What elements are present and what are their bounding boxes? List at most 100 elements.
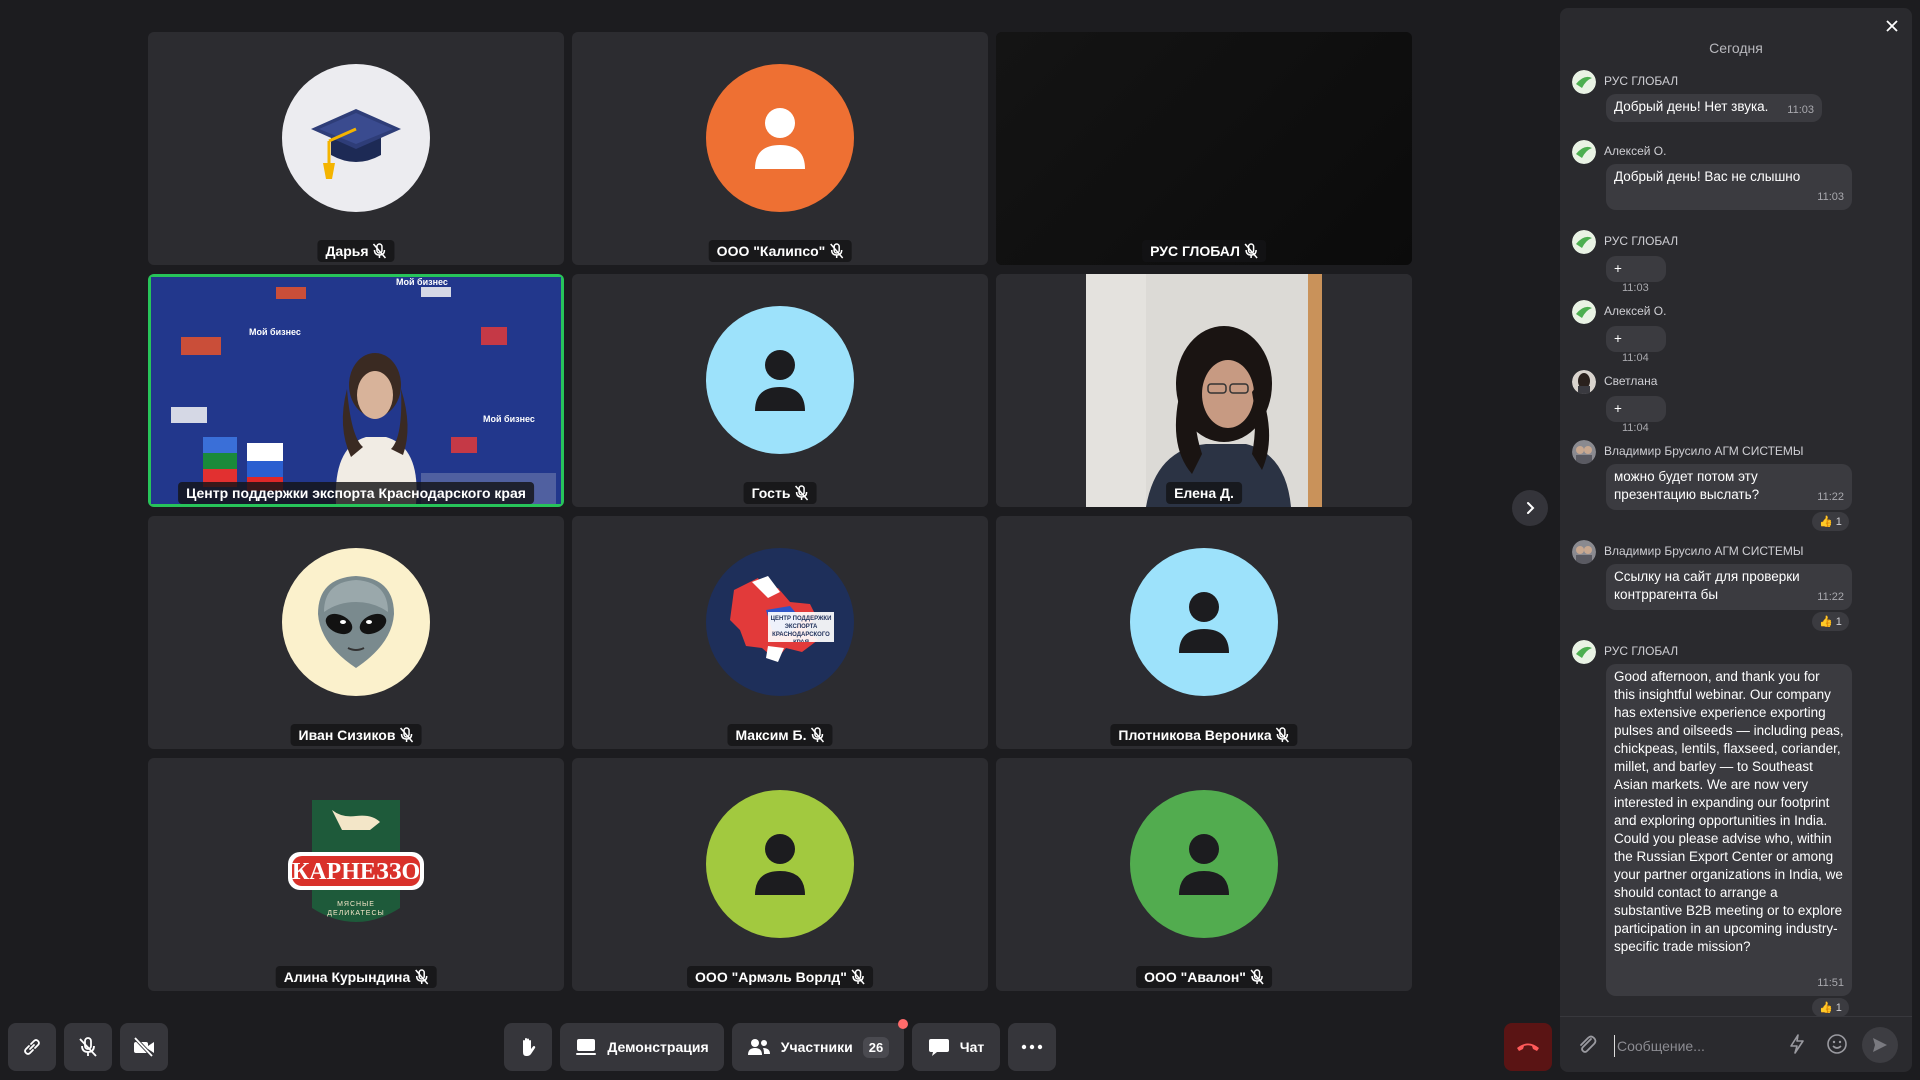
chat-message: РУС ГЛОБАЛ + 11:03: [1572, 230, 1862, 294]
chat-button[interactable]: Чат: [912, 1023, 1000, 1071]
message-author: Алексей О.: [1604, 304, 1667, 318]
brand-tagline: МЯСНЫЕ ДЕЛИКАТЕСЫ: [327, 901, 385, 917]
message-time: 11:03: [1622, 282, 1649, 294]
participants-label: Участники: [780, 1039, 853, 1055]
more-options-button[interactable]: [1008, 1023, 1056, 1071]
chat-message: Алексей О. + 11:04: [1572, 300, 1862, 364]
participant-name-tag: ООО "Калипсо": [708, 240, 852, 262]
next-page-button[interactable]: [1512, 490, 1548, 526]
participant-name: ООО "Калипсо": [716, 243, 826, 259]
paperclip-icon: [1580, 1035, 1597, 1053]
message-input[interactable]: [1614, 1035, 1774, 1057]
participant-tile[interactable]: Плотникова Вероника: [996, 516, 1412, 749]
participant-name: Елена Д.: [1174, 485, 1234, 501]
participant-name: ООО "Армэль Ворлд": [695, 969, 847, 985]
message-bubble: Ссылку на сайт для проверки контррагента…: [1606, 564, 1852, 610]
more-horizontal-icon: [1021, 1044, 1043, 1050]
chat-message: Алексей О. Добрый день! Вас не слышно 11…: [1572, 140, 1862, 220]
participant-tile[interactable]: Елена Д.: [996, 274, 1412, 507]
reaction-badge[interactable]: 👍 1: [1812, 998, 1849, 1017]
participant-tile[interactable]: ООО "Армэль Ворлд": [572, 758, 988, 991]
mic-off-icon: [1250, 969, 1264, 985]
microphone-toggle-button[interactable]: [64, 1023, 112, 1071]
end-call-button[interactable]: [1504, 1023, 1552, 1071]
chat-date-separator: Сегодня: [1709, 40, 1763, 56]
participant-tile-speaking[interactable]: Мой бизнес Мой бизнес Мой бизнес Центр п…: [148, 274, 564, 507]
participant-name: Центр поддержки экспорта Краснодарского …: [186, 485, 526, 501]
participant-name: Иван Сизиков: [298, 727, 396, 743]
participant-tile[interactable]: КАРНЕЗЗО МЯСНЫЕ ДЕЛИКАТЕСЫ Алина Курынди…: [148, 758, 564, 991]
mic-off-icon: [851, 969, 865, 985]
message-time: 11:03: [1787, 104, 1814, 116]
participants-button[interactable]: Участники 26: [732, 1019, 908, 1071]
chat-message: РУС ГЛОБАЛ Добрый день! Нет звука. 11:03: [1572, 70, 1862, 130]
participant-name: Дарья: [325, 243, 369, 259]
message-bubble: + 11:04: [1606, 326, 1666, 364]
screen-share-label: Демонстрация: [607, 1039, 709, 1055]
participant-name: Гость: [751, 485, 791, 501]
attach-button[interactable]: [1576, 1033, 1598, 1060]
author-avatar: [1572, 440, 1596, 464]
message-text: Добрый день! Нет звука.: [1614, 99, 1769, 114]
copy-link-button[interactable]: [8, 1023, 56, 1071]
participant-tile[interactable]: ООО "Авалон": [996, 758, 1412, 991]
author-avatar: [1572, 640, 1596, 664]
participant-tile[interactable]: ООО "Калипсо": [572, 32, 988, 265]
chat-message: РУС ГЛОБАЛ Good afternoon, and thank you…: [1572, 640, 1862, 1020]
reaction-badge[interactable]: 👍 1: [1812, 512, 1849, 531]
participant-tile[interactable]: Гость: [572, 274, 988, 507]
hand-icon: [523, 1038, 536, 1056]
person-avatar: [1130, 548, 1278, 696]
mic-off-icon: [1244, 243, 1258, 259]
mic-off-icon: [1276, 727, 1290, 743]
message-text: +: [1614, 261, 1622, 276]
alien-avatar: [282, 548, 430, 696]
chevron-right-icon: [1527, 502, 1535, 514]
send-button[interactable]: [1862, 1027, 1898, 1063]
quick-reply-button[interactable]: [1786, 1033, 1808, 1060]
message-author: Владимир Брусило АГМ СИСТЕМЫ: [1604, 444, 1804, 458]
participant-name-tag: Алина Курындина: [275, 966, 437, 988]
mic-off-icon: [810, 727, 825, 743]
participant-name: Максим Б.: [735, 727, 807, 743]
mic-off-icon: [414, 969, 428, 985]
participant-grid: Дарья ООО "Калипсо" РУС ГЛОБАЛ Мой бизне…: [148, 32, 1412, 991]
chat-panel: Сегодня РУС ГЛОБАЛ Добрый день! Нет звук…: [1560, 8, 1912, 1072]
message-author: Светлана: [1604, 374, 1658, 388]
raise-hand-button[interactable]: [504, 1023, 552, 1071]
message-text: Good afternoon, and thank you for this i…: [1614, 669, 1844, 954]
participant-video: [996, 32, 1412, 265]
smile-icon: [1827, 1034, 1847, 1054]
participant-name-tag: Плотникова Вероника: [1110, 724, 1298, 746]
participant-tile[interactable]: Дарья: [148, 32, 564, 265]
message-bubble: можно будет потом эту презентацию выслат…: [1606, 464, 1852, 510]
chat-message: Владимир Брусило АГМ СИСТЕМЫ можно будет…: [1572, 440, 1862, 536]
participant-tile[interactable]: ЦЕНТР ПОДДЕРЖКИ ЭКСПОРТА КРАСНОДАРСКОГО …: [572, 516, 988, 749]
export-center-logo-text: ЦЕНТР ПОДДЕРЖКИ ЭКСПОРТА КРАСНОДАРСКОГО …: [770, 616, 832, 642]
message-author: Алексей О.: [1604, 144, 1667, 158]
reaction-badge[interactable]: 👍 1: [1812, 612, 1849, 631]
participant-name-tag: Иван Сизиков: [290, 724, 422, 746]
message-time: 11:22: [1817, 591, 1844, 603]
mic-off-icon: [829, 243, 843, 259]
close-chat-button[interactable]: [1882, 16, 1902, 36]
message-text: Добрый день! Вас не слышно: [1614, 169, 1801, 184]
participant-name-tag: Дарья: [317, 240, 395, 262]
author-avatar: [1572, 140, 1596, 164]
camera-off-icon: [133, 1036, 154, 1058]
video-conference-app: Дарья ООО "Калипсо" РУС ГЛОБАЛ Мой бизне…: [0, 0, 1920, 1080]
emoji-button[interactable]: [1826, 1033, 1848, 1060]
export-center-logo-avatar: ЦЕНТР ПОДДЕРЖКИ ЭКСПОРТА КРАСНОДАРСКОГО …: [706, 548, 854, 696]
participant-name-tag: Центр поддержки экспорта Краснодарского …: [178, 482, 534, 504]
camera-toggle-button[interactable]: [120, 1023, 168, 1071]
mic-off-icon: [79, 1037, 97, 1057]
screen-share-button[interactable]: Демонстрация: [560, 1023, 724, 1071]
backdrop-logo-text: Мой бизнес: [249, 327, 301, 337]
message-text: +: [1614, 331, 1622, 346]
message-bubble: Добрый день! Нет звука. 11:03: [1606, 94, 1822, 122]
participant-tile[interactable]: РУС ГЛОБАЛ: [996, 32, 1412, 265]
message-bubble: Good afternoon, and thank you for this i…: [1606, 664, 1852, 996]
participant-tile[interactable]: Иван Сизиков: [148, 516, 564, 749]
author-avatar: [1572, 300, 1596, 324]
send-icon: [1873, 1038, 1887, 1052]
